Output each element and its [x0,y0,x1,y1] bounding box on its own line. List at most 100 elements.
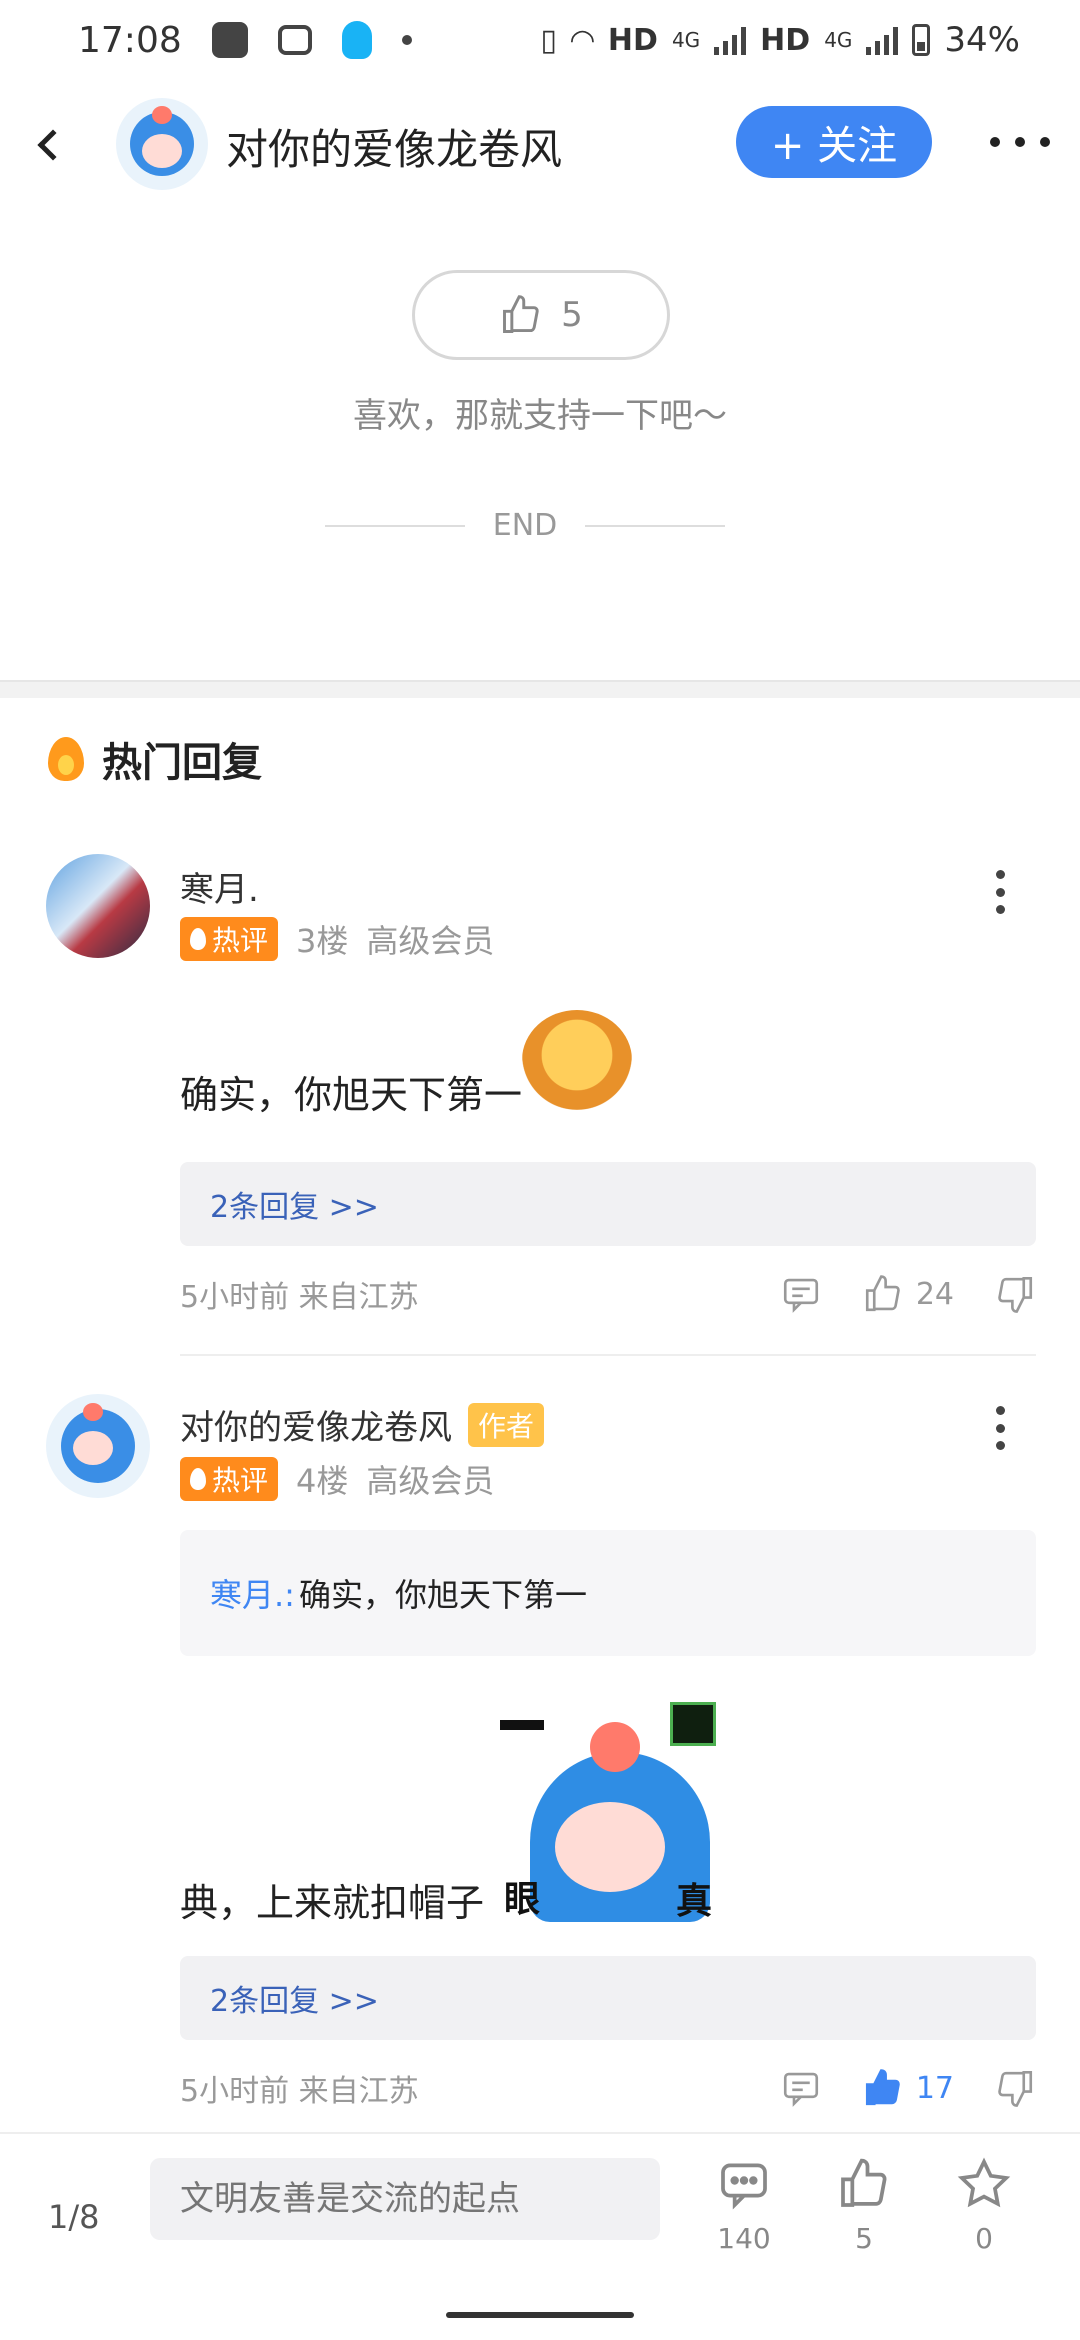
comment-floor: 3楼 [296,922,349,960]
mascot-sticker-icon: 眼 真 [500,1702,720,1922]
vibrate-icon: ▯ [540,22,557,58]
signal-icon-2 [866,25,899,55]
back-button[interactable] [30,122,70,168]
hot-comment-badge: 热评 [180,1457,279,1501]
comments-button[interactable]: 140 [694,2156,794,2255]
hot-replies-heading: 热门回复 [48,730,262,788]
comment-icon [783,1278,818,1313]
comment-icon [783,2072,818,2107]
reply-button[interactable] [780,1273,822,1315]
network-label-2: HD [760,22,811,58]
dislike-button[interactable] [994,2067,1036,2109]
chevron-left-icon [37,129,69,161]
comment-footer: 5小时前 来自江苏 17 [180,2060,1036,2116]
fire-icon [48,737,84,781]
like-button[interactable]: 17 [862,2067,954,2109]
comment-more-button[interactable] [996,870,1008,914]
qq-notification-icon [341,21,372,59]
dot-icon [996,905,1005,914]
thumbs-up-icon [499,293,543,337]
author-avatar[interactable] [116,98,208,190]
author-name[interactable]: 对你的爱像龙卷风 [226,116,562,177]
battery-level: 34% [944,20,1020,60]
signal-icon-1 [714,25,747,55]
sticker-dash [500,1720,544,1730]
network-type-2: 4G [824,28,853,52]
comment-more-button[interactable] [996,1406,1008,1450]
more-notifications-icon [401,35,412,45]
dot-icon [996,1441,1005,1450]
post-header: 对你的爱像龙卷风 + 关注 [0,90,1080,200]
comment-icon [721,2163,767,2210]
status-time: 17:08 [78,19,182,61]
likes-count: 5 [855,2222,873,2255]
dot-icon [1040,137,1050,147]
network-label-1: HD [607,22,658,58]
end-marker: END [310,508,740,543]
commenter-name[interactable]: 对你的爱像龙卷风 作者 [180,1400,545,1449]
thumbs-down-icon [998,2070,1033,2107]
reply-button[interactable] [780,2067,822,2109]
thumbs-up-icon [841,2158,887,2207]
mascot-avatar-icon [130,106,194,176]
thumbs-down-icon [998,1276,1033,1313]
divider [585,524,726,527]
dot-icon [990,137,1000,147]
comment-body: 典，上来就扣帽子 [180,1881,485,1925]
flame-icon [190,1468,206,1490]
like-count: 24 [915,1276,954,1312]
more-options-button[interactable] [990,120,1050,164]
message-notification-icon [277,25,312,55]
mascot-avatar-icon [61,1403,135,1483]
dot-icon [996,887,1005,897]
commenter-avatar[interactable] [46,854,150,958]
dislike-button[interactable] [994,1273,1036,1315]
commenter-name[interactable]: 寒月. [180,862,259,911]
hot-badge-label: 热评 [212,1464,269,1497]
comment-footer: 5小时前 来自江苏 24 [180,1266,1036,1322]
follow-button[interactable]: + 关注 [736,106,932,178]
hot-comment-badge: 热评 [180,917,279,961]
dot-icon [1015,137,1025,147]
post-like-count: 5 [561,295,583,335]
view-replies-link[interactable]: 2条回复 >> [180,1956,1036,2040]
post-like-button[interactable]: 5 [412,270,670,360]
quoted-comment[interactable]: 寒月.: 确实，你旭天下第一 [180,1530,1036,1656]
commenter-avatar[interactable] [46,1394,150,1498]
comment-input[interactable] [150,2158,660,2240]
comment-floor: 4楼 [296,1462,349,1500]
favorites-count: 0 [975,2222,993,2255]
section-divider [0,680,1080,698]
dot-icon [996,870,1005,879]
comment-text: 典，上来就扣帽子 [180,1878,484,1928]
sticker-label-right: 真 [676,1881,713,1922]
post-like-bar-button[interactable]: 5 [814,2156,914,2255]
sticker-label-left: 眼 [504,1879,541,1920]
commenter-level: 高级会员 [366,1462,495,1500]
commenter-level: 高级会员 [366,922,495,960]
star-icon [957,2157,1011,2208]
view-replies-link[interactable]: 2条回复 >> [180,1162,1036,1246]
wifi-icon: ◠ [570,22,594,58]
comment-text: 确实，你旭天下第一 [180,1010,633,1120]
like-hint: 喜欢，那就支持一下吧～ [353,396,727,436]
battery-icon [912,24,931,56]
comments-count: 140 [717,2222,771,2255]
author-tag: 作者 [468,1402,545,1447]
network-type-1: 4G [671,28,701,52]
dot-icon [996,1406,1005,1415]
comment-time: 5小时前 来自江苏 [180,1280,419,1315]
commenter-name-text: 对你的爱像龙卷风 [180,1408,452,1448]
favorite-button[interactable]: 0 [934,2156,1034,2255]
like-count: 17 [915,2070,954,2106]
home-indicator[interactable] [446,2312,634,2318]
comment-body: 确实，你旭天下第一 [180,1073,523,1117]
divider [324,524,465,527]
monkey-sticker-icon [522,1010,633,1110]
quoted-author: 寒月.: [210,1576,295,1614]
like-button[interactable]: 24 [862,1273,954,1315]
page-indicator[interactable]: 1/8 [48,2198,100,2236]
eye-icon [670,1702,716,1746]
flame-icon [190,928,206,950]
quoted-text: 确实，你旭天下第一 [298,1576,587,1614]
